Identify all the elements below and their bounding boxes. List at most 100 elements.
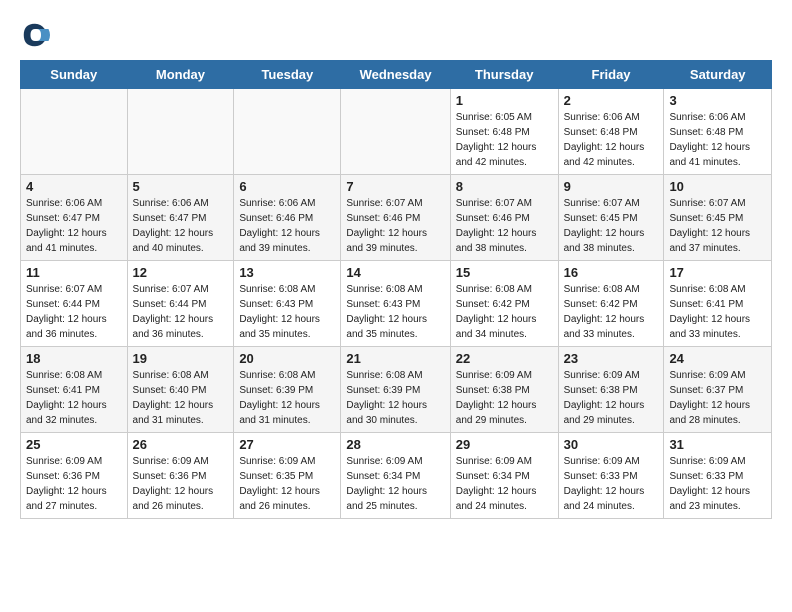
day-number: 28 xyxy=(346,437,444,452)
day-number: 16 xyxy=(564,265,659,280)
calendar-cell: 21 Sunrise: 6:08 AM Sunset: 6:39 PM Dayli… xyxy=(341,347,450,433)
day-number: 9 xyxy=(564,179,659,194)
calendar-cell: 12Sunrise: 6:07 AM Sunset: 6:44 PM Dayli… xyxy=(127,261,234,347)
day-number: 29 xyxy=(456,437,553,452)
day-info: Sunrise: 6:09 AM Sunset: 6:33 PM Dayligh… xyxy=(564,454,659,514)
calendar-week-4: 18Sunrise: 6:08 AM Sunset: 6:41 PM Dayli… xyxy=(21,347,772,433)
logo-icon xyxy=(20,20,50,50)
calendar-cell: 16Sunrise: 6:08 AM Sunset: 6:42 PM Dayli… xyxy=(558,261,664,347)
day-info: Sunrise: 6:06 AM Sunset: 6:47 PM Dayligh… xyxy=(26,196,122,256)
day-number: 4 xyxy=(26,179,122,194)
calendar-cell: 28 Sunrise: 6:09 AM Sunset: 6:34 PM Dayli… xyxy=(341,433,450,519)
calendar-cell xyxy=(341,89,450,175)
day-info: Sunrise: 6:09 AM Sunset: 6:34 PM Dayligh… xyxy=(346,454,444,514)
page: Sunday Monday Tuesday Wednesday Thursday… xyxy=(0,0,792,539)
day-info: Sunrise: 6:07 AM Sunset: 6:45 PM Dayligh… xyxy=(564,196,659,256)
calendar-week-3: 11Sunrise: 6:07 AM Sunset: 6:44 PM Dayli… xyxy=(21,261,772,347)
day-number: 21 xyxy=(346,351,444,366)
day-number: 2 xyxy=(564,93,659,108)
day-number: 27 xyxy=(239,437,335,452)
day-info: Sunrise: 6:08 AM Sunset: 6:42 PM Dayligh… xyxy=(456,282,553,342)
day-info: Sunrise: 6:08 AM Sunset: 6:39 PM Dayligh… xyxy=(239,368,335,428)
calendar-header-row: Sunday Monday Tuesday Wednesday Thursday… xyxy=(21,61,772,89)
day-number: 23 xyxy=(564,351,659,366)
calendar-cell xyxy=(234,89,341,175)
day-info: Sunrise: 6:09 AM Sunset: 6:33 PM Dayligh… xyxy=(669,454,766,514)
day-info: Sunrise: 6:08 AM Sunset: 6:40 PM Dayligh… xyxy=(133,368,229,428)
day-info: Sunrise: 6:08 AM Sunset: 6:43 PM Dayligh… xyxy=(239,282,335,342)
day-info: Sunrise: 6:09 AM Sunset: 6:36 PM Dayligh… xyxy=(26,454,122,514)
day-number: 17 xyxy=(669,265,766,280)
day-info: Sunrise: 6:07 AM Sunset: 6:45 PM Dayligh… xyxy=(669,196,766,256)
calendar-cell: 10 Sunrise: 6:07 AM Sunset: 6:45 PM Dayli… xyxy=(664,175,772,261)
day-info: Sunrise: 6:08 AM Sunset: 6:41 PM Dayligh… xyxy=(669,282,766,342)
calendar-cell xyxy=(21,89,128,175)
day-info: Sunrise: 6:09 AM Sunset: 6:37 PM Dayligh… xyxy=(669,368,766,428)
calendar-week-5: 25 Sunrise: 6:09 AM Sunset: 6:36 PM Dayli… xyxy=(21,433,772,519)
day-info: Sunrise: 6:06 AM Sunset: 6:48 PM Dayligh… xyxy=(564,110,659,170)
day-info: Sunrise: 6:08 AM Sunset: 6:39 PM Dayligh… xyxy=(346,368,444,428)
calendar-cell: 8 Sunrise: 6:07 AM Sunset: 6:46 PM Daylig… xyxy=(450,175,558,261)
header-thursday: Thursday xyxy=(450,61,558,89)
day-info: Sunrise: 6:07 AM Sunset: 6:46 PM Dayligh… xyxy=(346,196,444,256)
header-tuesday: Tuesday xyxy=(234,61,341,89)
day-number: 20 xyxy=(239,351,335,366)
day-number: 14 xyxy=(346,265,444,280)
calendar-cell: 13Sunrise: 6:08 AM Sunset: 6:43 PM Dayli… xyxy=(234,261,341,347)
calendar-cell: 6Sunrise: 6:06 AM Sunset: 6:46 PM Daylig… xyxy=(234,175,341,261)
day-number: 7 xyxy=(346,179,444,194)
day-number: 5 xyxy=(133,179,229,194)
calendar-cell: 30 Sunrise: 6:09 AM Sunset: 6:33 PM Dayli… xyxy=(558,433,664,519)
calendar-cell: 17 Sunrise: 6:08 AM Sunset: 6:41 PM Dayli… xyxy=(664,261,772,347)
day-number: 8 xyxy=(456,179,553,194)
calendar-cell: 24 Sunrise: 6:09 AM Sunset: 6:37 PM Dayli… xyxy=(664,347,772,433)
day-info: Sunrise: 6:05 AM Sunset: 6:48 PM Dayligh… xyxy=(456,110,553,170)
calendar-cell: 18Sunrise: 6:08 AM Sunset: 6:41 PM Dayli… xyxy=(21,347,128,433)
calendar-cell: 29Sunrise: 6:09 AM Sunset: 6:34 PM Dayli… xyxy=(450,433,558,519)
day-number: 19 xyxy=(133,351,229,366)
calendar-cell: 31 Sunrise: 6:09 AM Sunset: 6:33 PM Dayli… xyxy=(664,433,772,519)
header-wednesday: Wednesday xyxy=(341,61,450,89)
day-number: 26 xyxy=(133,437,229,452)
day-number: 24 xyxy=(669,351,766,366)
day-number: 6 xyxy=(239,179,335,194)
day-info: Sunrise: 6:09 AM Sunset: 6:35 PM Dayligh… xyxy=(239,454,335,514)
day-number: 25 xyxy=(26,437,122,452)
day-number: 15 xyxy=(456,265,553,280)
day-number: 22 xyxy=(456,351,553,366)
calendar-cell: 9 Sunrise: 6:07 AM Sunset: 6:45 PM Daylig… xyxy=(558,175,664,261)
calendar-cell: 3Sunrise: 6:06 AM Sunset: 6:48 PM Daylig… xyxy=(664,89,772,175)
day-info: Sunrise: 6:07 AM Sunset: 6:44 PM Dayligh… xyxy=(133,282,229,342)
calendar-cell: 27 Sunrise: 6:09 AM Sunset: 6:35 PM Dayli… xyxy=(234,433,341,519)
calendar-cell: 15 Sunrise: 6:08 AM Sunset: 6:42 PM Dayli… xyxy=(450,261,558,347)
calendar-cell: 14 Sunrise: 6:08 AM Sunset: 6:43 PM Dayli… xyxy=(341,261,450,347)
day-info: Sunrise: 6:07 AM Sunset: 6:46 PM Dayligh… xyxy=(456,196,553,256)
day-number: 10 xyxy=(669,179,766,194)
logo xyxy=(20,20,52,50)
day-info: Sunrise: 6:08 AM Sunset: 6:43 PM Dayligh… xyxy=(346,282,444,342)
calendar-cell: 25 Sunrise: 6:09 AM Sunset: 6:36 PM Dayli… xyxy=(21,433,128,519)
calendar-week-1: 1Sunrise: 6:05 AM Sunset: 6:48 PM Daylig… xyxy=(21,89,772,175)
day-info: Sunrise: 6:09 AM Sunset: 6:38 PM Dayligh… xyxy=(456,368,553,428)
day-info: Sunrise: 6:06 AM Sunset: 6:47 PM Dayligh… xyxy=(133,196,229,256)
day-info: Sunrise: 6:07 AM Sunset: 6:44 PM Dayligh… xyxy=(26,282,122,342)
day-number: 31 xyxy=(669,437,766,452)
calendar-cell: 20 Sunrise: 6:08 AM Sunset: 6:39 PM Dayli… xyxy=(234,347,341,433)
day-info: Sunrise: 6:09 AM Sunset: 6:38 PM Dayligh… xyxy=(564,368,659,428)
calendar: Sunday Monday Tuesday Wednesday Thursday… xyxy=(20,60,772,519)
calendar-cell: 2 Sunrise: 6:06 AM Sunset: 6:48 PM Daylig… xyxy=(558,89,664,175)
calendar-cell: 7 Sunrise: 6:07 AM Sunset: 6:46 PM Daylig… xyxy=(341,175,450,261)
calendar-week-2: 4 Sunrise: 6:06 AM Sunset: 6:47 PM Daylig… xyxy=(21,175,772,261)
day-number: 30 xyxy=(564,437,659,452)
header-saturday: Saturday xyxy=(664,61,772,89)
day-info: Sunrise: 6:08 AM Sunset: 6:41 PM Dayligh… xyxy=(26,368,122,428)
header-sunday: Sunday xyxy=(21,61,128,89)
calendar-cell: 1Sunrise: 6:05 AM Sunset: 6:48 PM Daylig… xyxy=(450,89,558,175)
header-monday: Monday xyxy=(127,61,234,89)
calendar-cell: 19 Sunrise: 6:08 AM Sunset: 6:40 PM Dayli… xyxy=(127,347,234,433)
day-info: Sunrise: 6:09 AM Sunset: 6:36 PM Dayligh… xyxy=(133,454,229,514)
calendar-cell: 4 Sunrise: 6:06 AM Sunset: 6:47 PM Daylig… xyxy=(21,175,128,261)
calendar-cell xyxy=(127,89,234,175)
header-friday: Friday xyxy=(558,61,664,89)
calendar-cell: 26 Sunrise: 6:09 AM Sunset: 6:36 PM Dayli… xyxy=(127,433,234,519)
